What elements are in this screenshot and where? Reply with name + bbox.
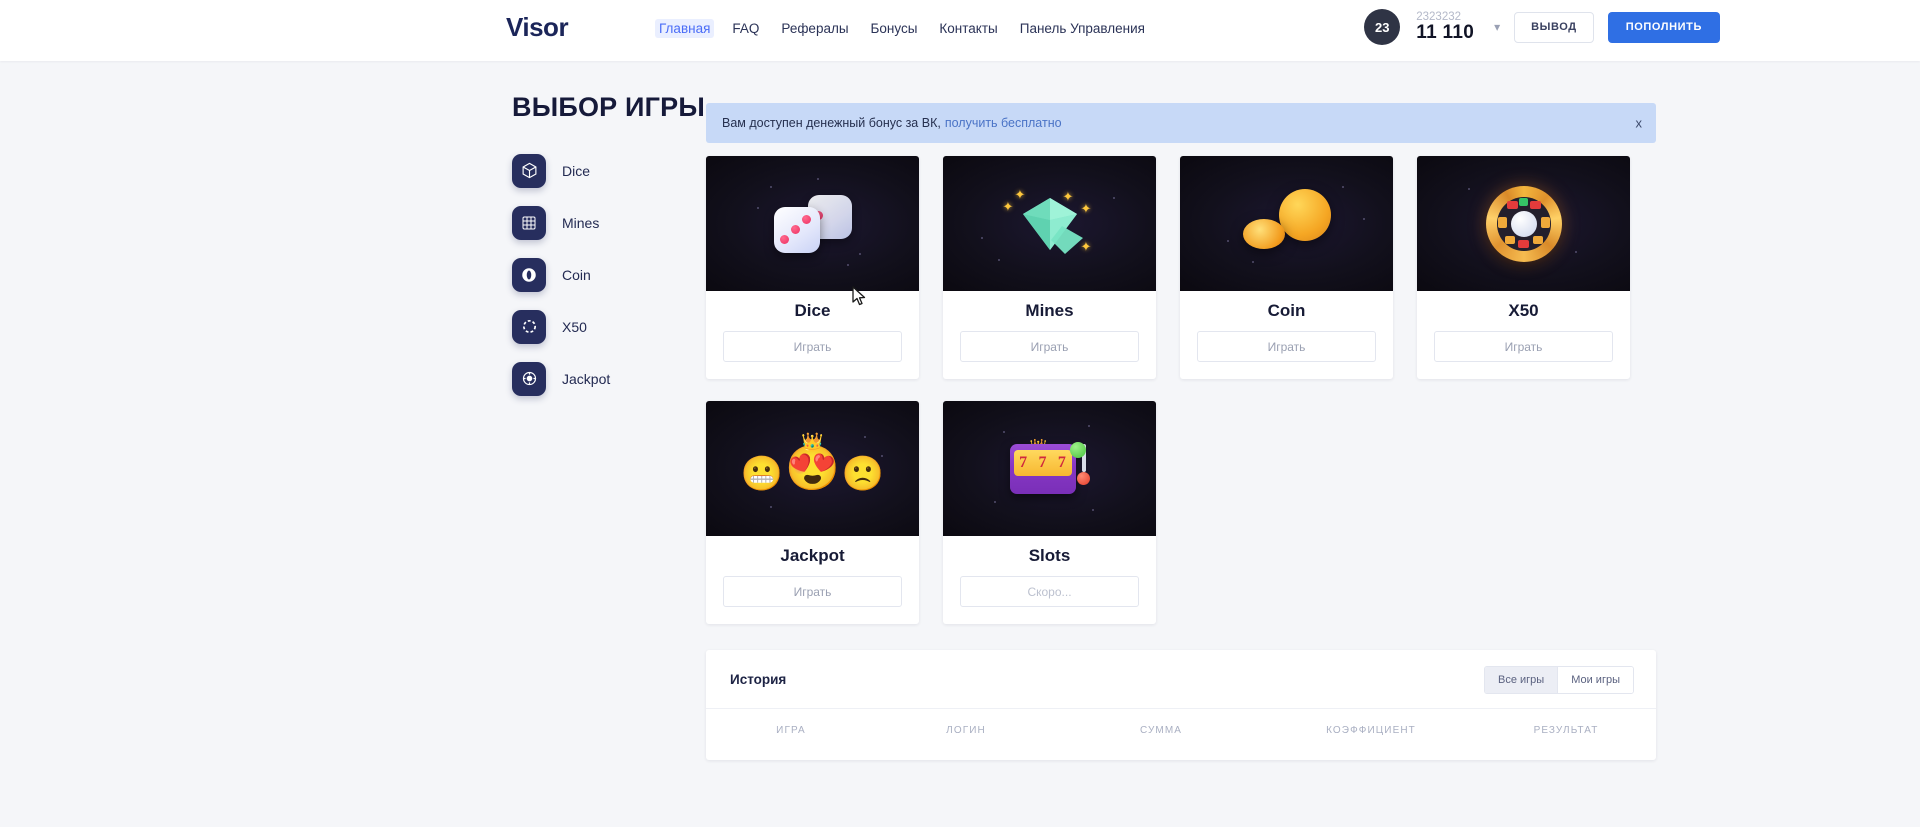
sidebar-item-mines[interactable]: Mines (512, 205, 712, 240)
gem-illustration: ✦ ✦ ✦ ✦ ✦ (1002, 186, 1092, 254)
game-thumbnail-mines: ✦ ✦ ✦ ✦ ✦ (943, 156, 1156, 291)
sidebar-item-x50[interactable]: X50 (512, 309, 712, 344)
main-content: Вам доступен денежный бонус за ВК, получ… (706, 103, 1656, 760)
game-card-body: Mines Играть (943, 291, 1156, 379)
sidebar-item-jackpot[interactable]: Jackpot (512, 361, 712, 396)
nav-item-control-panel[interactable]: Панель Управления (1016, 19, 1149, 38)
column-header-coefficient: КОЭФФИЦИЕНТ (1326, 725, 1416, 736)
sidebar-item-label: Jackpot (562, 370, 611, 387)
sidebar-item-label: Coin (562, 266, 591, 283)
heart-eyes-face-icon: 😍 👑 (785, 431, 840, 493)
games-grid: Dice Играть ✦ ✦ ✦ ✦ ✦ Mines Играть Coin … (706, 156, 1656, 646)
game-title: Slots (1028, 546, 1071, 565)
game-title: Dice (794, 301, 831, 320)
withdraw-button[interactable]: вывод (1514, 11, 1594, 43)
crown-icon: 👑 (801, 431, 824, 452)
game-title: Coin (1267, 301, 1306, 320)
play-button-coin[interactable]: Играть (1197, 331, 1376, 362)
close-icon[interactable]: x (1636, 117, 1643, 130)
play-button-jackpot[interactable]: Играть (723, 576, 902, 607)
grimacing-face-icon: 😬 (740, 454, 784, 493)
grid-icon (512, 205, 546, 240)
site-logo[interactable]: Visor (506, 12, 569, 43)
game-thumbnail-jackpot: 😬 😍 👑 🙁 (706, 401, 919, 536)
nav-item-home[interactable]: Главная (655, 19, 715, 38)
bonus-banner: Вам доступен денежный бонус за ВК, получ… (706, 103, 1656, 143)
game-card-body: Jackpot Играть (706, 536, 919, 624)
game-thumbnail-dice (706, 156, 919, 291)
balance-amount: 11 110 (1416, 22, 1475, 44)
chevron-down-icon[interactable]: ▾ (1494, 20, 1500, 34)
game-card-dice[interactable]: Dice Играть (706, 156, 919, 379)
game-title: Mines (1025, 301, 1074, 320)
game-thumbnail-x50 (1417, 156, 1630, 291)
game-card-body: Coin Играть (1180, 291, 1393, 379)
history-table: ИГРА ЛОГИН СУММА КОЭФФИЦИЕНТ РЕЗУЛЬТАТ (706, 708, 1656, 760)
game-card-mines[interactable]: ✦ ✦ ✦ ✦ ✦ Mines Играть (943, 156, 1156, 379)
game-card-slots[interactable]: 👑 777 Slots Скоро... (943, 401, 1156, 624)
game-card-body: Slots Скоро... (943, 536, 1156, 624)
site-header: Visor Главная FAQ Рефералы Бонусы Контак… (0, 0, 1920, 61)
deposit-button[interactable]: пополнить (1607, 11, 1720, 43)
game-title: Jackpot (780, 546, 845, 565)
column-header-result: РЕЗУЛЬТАТ (1533, 725, 1599, 736)
history-header: История Все игры Мои игры (706, 650, 1656, 708)
history-filter-toggle: Все игры Мои игры (1484, 666, 1634, 694)
sidebar-item-label: X50 (562, 318, 587, 335)
nav-item-referrals[interactable]: Рефералы (777, 19, 852, 38)
nav-item-contacts[interactable]: Контакты (935, 19, 1001, 38)
main-nav: Главная FAQ Рефералы Бонусы Контакты Пан… (655, 19, 1149, 38)
coins-illustration (1241, 188, 1333, 259)
play-button-x50[interactable]: Играть (1434, 331, 1613, 362)
sidebar-item-label: Mines (562, 214, 600, 231)
dice-illustration (773, 193, 852, 255)
game-title: X50 (1508, 301, 1539, 320)
play-button-mines[interactable]: Играть (960, 331, 1139, 362)
nav-item-faq[interactable]: FAQ (728, 19, 763, 38)
table-header-row: ИГРА ЛОГИН СУММА КОЭФФИЦИЕНТ РЕЗУЛЬТАТ (706, 725, 1656, 736)
game-card-body: X50 Играть (1417, 291, 1630, 379)
frowning-face-icon: 🙁 (841, 454, 885, 493)
slot-machine-illustration: 👑 777 (1008, 438, 1092, 500)
history-title: История (730, 671, 787, 687)
tab-all-games[interactable]: Все игры (1485, 667, 1558, 693)
banner-link[interactable]: получить бесплатно (945, 116, 1062, 130)
game-thumbnail-coin (1180, 156, 1393, 291)
sidebar-item-coin[interactable]: Coin (512, 257, 712, 292)
play-button-dice[interactable]: Играть (723, 331, 902, 362)
tab-my-games[interactable]: Мои игры (1557, 667, 1633, 693)
page-root: Visor Главная FAQ Рефералы Бонусы Контак… (0, 0, 1920, 827)
game-card-jackpot[interactable]: 😬 😍 👑 🙁 Jackpot Играть (706, 401, 919, 624)
cube-icon (512, 153, 546, 188)
emoji-illustration: 😬 😍 👑 🙁 (740, 431, 885, 493)
sidebar-item-label: Dice (562, 162, 591, 179)
history-panel: История Все игры Мои игры ИГРА ЛОГИН СУМ… (706, 650, 1656, 760)
target-icon (512, 361, 546, 396)
column-header-game: ИГРА (776, 725, 806, 736)
dashed-circle-icon (512, 309, 546, 344)
play-button-slots: Скоро... (960, 576, 1139, 607)
game-thumbnail-slots: 👑 777 (943, 401, 1156, 536)
balance-block[interactable]: 2323232 11 110 (1416, 11, 1474, 43)
game-card-body: Dice Играть (706, 291, 919, 379)
banner-text: Вам доступен денежный бонус за ВК, (722, 116, 941, 130)
sidebar-title: ВЫБОР ИГРЫ (512, 92, 706, 122)
nav-item-bonuses[interactable]: Бонусы (867, 19, 922, 38)
user-area: 23 2323232 11 110 ▾ вывод пополнить (1364, 9, 1720, 45)
roulette-wheel-illustration (1485, 185, 1562, 262)
game-card-coin[interactable]: Coin Играть (1180, 156, 1393, 379)
sidebar-list: Dice Mines Coin X50 Jackpot (512, 153, 712, 396)
sidebar-item-dice[interactable]: Dice (512, 153, 712, 188)
sidebar: ВЫБОР ИГРЫ Dice Mines Coin X50 Jackpot (512, 92, 712, 396)
game-card-x50[interactable]: X50 Играть (1417, 156, 1630, 379)
avatar[interactable]: 23 (1364, 9, 1401, 45)
column-header-amount: СУММА (1139, 725, 1183, 736)
column-header-login: ЛОГИН (946, 725, 986, 736)
coin-icon (512, 257, 546, 292)
